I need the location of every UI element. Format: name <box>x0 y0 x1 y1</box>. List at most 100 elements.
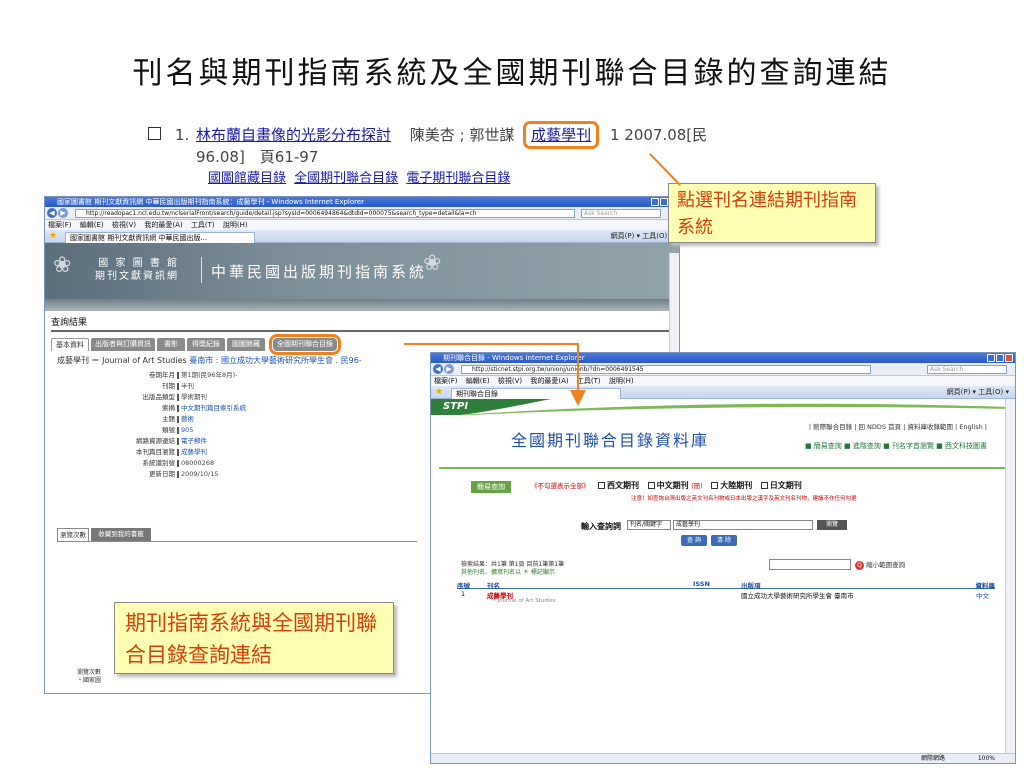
row-label: 本刊篇目瀏覽 <box>136 448 175 456</box>
views-panel: 瀏覽次數 ・國家圖 <box>77 669 101 685</box>
menu-favorites[interactable]: 我的最愛(A) <box>144 221 182 229</box>
status-zone: 網際網路 <box>920 755 945 762</box>
menu-bar: 檔案(F) 編輯(E) 檢視(V) 我的最愛(A) 工具(T) 說明(H) <box>45 220 679 230</box>
row-value: 半刊 <box>181 382 194 390</box>
menu-view[interactable]: 檢視(V) <box>498 377 522 385</box>
callout-guide-union-links: 期刊指南系統與全國期刊聯合目錄查詢連結 <box>114 602 394 674</box>
status-zoom[interactable]: 100% <box>978 754 995 763</box>
browser-tab[interactable]: 期刊聯合目錄 <box>451 388 621 399</box>
minimize-icon[interactable] <box>651 198 659 206</box>
tab-views[interactable]: 瀏覽次數 <box>57 528 89 541</box>
favorites-star-icon[interactable]: ★ <box>49 231 57 242</box>
banner-gray-band <box>45 299 679 311</box>
journal-heading-name: 成藝學刊 ＝ Journal of Art Studies <box>57 356 187 365</box>
mainland-checkbox[interactable] <box>711 482 719 489</box>
col-issn: ISSN <box>693 580 710 588</box>
logo-line-1: 國 家 圖 書 館 <box>98 258 179 269</box>
tab-basic-info[interactable]: 基本資料 <box>51 338 89 351</box>
tab-ncl-holdings[interactable]: 國圖館藏 <box>227 338 265 351</box>
query-button[interactable]: 查 詢 <box>681 535 707 546</box>
browse-button[interactable]: 瀏覽 <box>817 520 847 530</box>
row-value-link[interactable]: 藝術 <box>181 414 194 425</box>
row-label: 類號 <box>162 426 175 434</box>
western-checkbox[interactable] <box>598 482 606 489</box>
row-value-link[interactable]: 電子郵件 <box>181 436 207 447</box>
tab-union-catalog[interactable]: 全國期刊聯合目錄 <box>269 334 341 355</box>
narrow-input[interactable] <box>769 559 851 570</box>
menu-file[interactable]: 檔案(F) <box>434 377 458 385</box>
minimize-icon[interactable] <box>987 354 995 362</box>
row-value-link[interactable]: 905 <box>181 425 193 436</box>
tab-cover[interactable]: 書影 <box>157 338 185 351</box>
search-field[interactable]: Ask Search <box>581 209 661 218</box>
maximize-icon[interactable] <box>996 354 1004 362</box>
detail-tabs: 基本資料 出版者與訂購資訊 書影 得獎紀錄 國圖館藏 全國期刊聯合目錄 <box>51 334 679 355</box>
url-field[interactable]: http://sticnet.stpi.org.tw/unionj/unionb… <box>461 365 871 374</box>
menu-favorites[interactable]: 我的最愛(A) <box>530 377 568 385</box>
union-catalog-link[interactable]: 全國期刊聯合目錄 <box>294 171 398 186</box>
system-name: 中華民國出版期刊指南系統 <box>211 263 428 281</box>
arrow-journal-to-callout <box>649 153 681 186</box>
top-links[interactable]: | 館際聯合目錄 | 回 NDDS 首頁 | 資料庫收錄範圍 | English… <box>809 421 987 431</box>
menu-edit[interactable]: 編輯(E) <box>80 221 104 229</box>
favorites-star-icon[interactable]: ★ <box>435 387 443 398</box>
journal-link[interactable]: 成藝學刊 <box>531 126 591 144</box>
issue-pages: 96.08] 頁61-97 <box>196 148 319 166</box>
menu-edit[interactable]: 編輯(E) <box>466 377 490 385</box>
scrollbar[interactable] <box>1005 399 1015 753</box>
query-options: 簡易查詢 《不勾選表示全部》 西文期刊 中文期刊 (簡) 大陸期刊 日文期刊 注… <box>431 469 1015 519</box>
chinese-checkbox[interactable] <box>647 482 655 489</box>
field-select[interactable]: 刊名/關鍵字 <box>627 520 671 530</box>
menu-tools[interactable]: 工具(T) <box>191 221 215 229</box>
swirl-decoration-icon: ❀ <box>53 253 72 278</box>
tab-awards[interactable]: 得獎紀錄 <box>187 338 225 351</box>
result-summary: 檢索結果：共1筆 第1頁 目前1筆第1筆 其他刊名、擴寫刊名以 ＊ 標記顯示 Q… <box>431 553 1015 579</box>
easy-search-tab[interactable]: 簡易查詢 <box>471 481 511 493</box>
menu-help[interactable]: 說明(H) <box>609 377 634 385</box>
narrow-search-button[interactable]: Q 縮小範圍查詢 <box>855 559 905 570</box>
banner-divider <box>201 257 202 283</box>
row-alt-title: * Journal of Art Studies <box>493 598 556 604</box>
forward-icon[interactable]: ▶ <box>58 208 68 218</box>
toolbar-right[interactable]: 網頁(P) ▾ 工具(O) ▾ <box>611 231 673 242</box>
database-name: 全國期刊聯合目錄資料庫 <box>511 431 710 450</box>
maximize-icon[interactable] <box>660 198 668 206</box>
row-value-link[interactable]: 成藝學刊 <box>181 447 207 458</box>
window-title: 期刊聯合目錄 - Windows Internet Explorer <box>443 354 585 362</box>
journal-heading-publisher[interactable]: 臺南市 : 國立成功大學藝術研究所學生會 . 民96- <box>189 356 361 365</box>
lower-tabs: 瀏覽次數 收藏到我的書籤 <box>57 528 417 542</box>
url-field[interactable]: http://readopac1.ncl.edu.tw/nclserialFro… <box>75 209 575 218</box>
row-label: 刊期 <box>162 382 175 390</box>
query-input[interactable]: 成藝學刊 <box>673 520 813 530</box>
menu-file[interactable]: 檔案(F) <box>48 221 72 229</box>
query-notice: 注意！如查詢台灣出版之英文刊名刊物或日本出版之漢字及英文刊名刊物，建議不作任何勾… <box>631 496 857 502</box>
ncl-catalog-link[interactable]: 國圖館藏目錄 <box>208 171 286 186</box>
row-value-link[interactable]: 中文期刊篇目索引系統 <box>181 403 246 414</box>
row-db-link[interactable]: 中文 <box>976 590 989 600</box>
menu-view[interactable]: 檢視(V) <box>112 221 136 229</box>
forward-icon[interactable]: ▶ <box>444 364 454 374</box>
status-bar: 網際網路 100% <box>431 753 1015 763</box>
sub-links[interactable]: ■ 簡易查詢 ■ 進階查詢 ■ 刊名字首瀏覽 ■ 西文科技圖書 <box>805 441 987 451</box>
result-checkbox[interactable] <box>148 127 161 140</box>
search-icon: Q <box>855 561 864 570</box>
toolbar-right[interactable]: 網頁(P) ▾ 工具(O) ▾ <box>947 387 1009 398</box>
menu-tools[interactable]: 工具(T) <box>577 377 601 385</box>
menu-bar: 檔案(F) 編輯(E) 檢視(V) 我的最愛(A) 工具(T) 說明(H) <box>431 376 1015 386</box>
browser-tab[interactable]: 國家圖書館 期刊文獻資訊網 中華民國出版... <box>65 232 255 243</box>
address-bar: ◀ ▶ http://sticnet.stpi.org.tw/unionj/un… <box>431 363 1015 376</box>
article-authors: 陳美杏 ; 郭世謀 <box>409 126 515 144</box>
close-icon[interactable] <box>1005 354 1013 362</box>
back-icon[interactable]: ◀ <box>433 364 443 374</box>
article-title-link[interactable]: 林布蘭自畫像的光影分布探討 <box>196 126 391 144</box>
back-icon[interactable]: ◀ <box>47 208 57 218</box>
search-field[interactable]: Ask Search <box>927 365 1007 374</box>
tab-publisher[interactable]: 出版者與訂購資訊 <box>91 338 155 351</box>
window-titlebar: 國家圖書館 期刊文獻資訊網 中華民國出版期刊指南系統：成藝學刊 - Window… <box>45 197 679 207</box>
menu-help[interactable]: 說明(H) <box>223 221 248 229</box>
window-title: 國家圖書館 期刊文獻資訊網 中華民國出版期刊指南系統：成藝學刊 - Window… <box>57 198 365 206</box>
ejournal-catalog-link[interactable]: 電子期刊聯合目錄 <box>406 171 510 186</box>
japanese-checkbox[interactable] <box>760 482 768 489</box>
tab-bookmark[interactable]: 收藏到我的書籤 <box>91 528 151 541</box>
clear-button[interactable]: 清 除 <box>711 535 737 546</box>
